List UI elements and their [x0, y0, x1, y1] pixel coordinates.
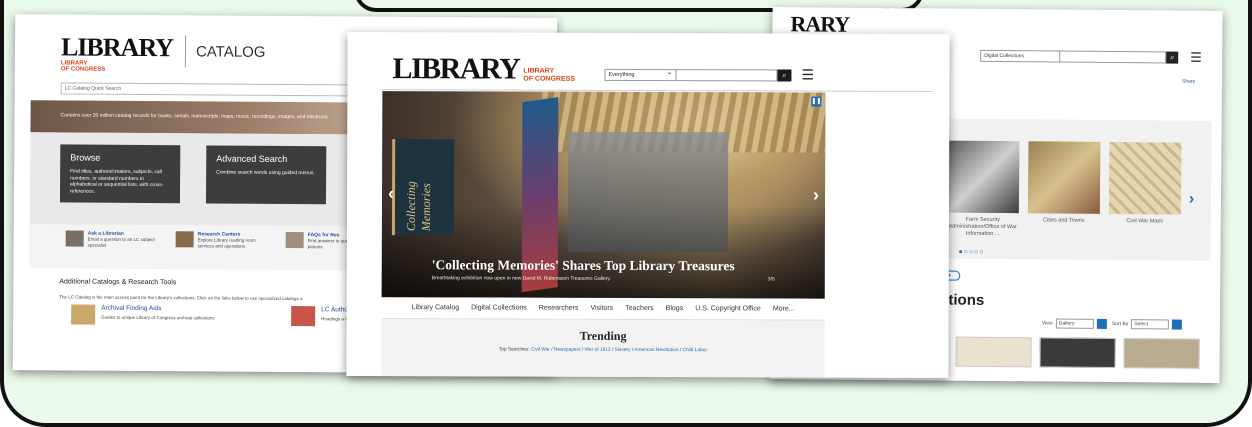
main-nav: Library Catalog Digital Collections Rese… — [381, 297, 825, 321]
top-search-link[interactable]: War of 1812 — [585, 348, 611, 353]
catalog-hero-text: Contains over 20 million catalog records… — [60, 112, 329, 121]
faq-icon — [285, 232, 304, 249]
dc-search-select[interactable]: Digital Collections — [980, 49, 1061, 63]
loc-logo-sub-1: LIBRARY — [523, 67, 555, 75]
menu-icon[interactable]: ☰ — [801, 67, 814, 83]
top-searches-label: Top Searches: — [498, 347, 530, 353]
carousel-caption[interactable]: Farm Security Administration/Office of W… — [943, 217, 1023, 239]
nav-visitors[interactable]: Visitors — [590, 305, 613, 312]
resource-desc: Guides to unique Library of Congress arc… — [101, 314, 215, 321]
hero-carousel[interactable]: Collecting Memories ❚❚ ‹ › 'Collecting M… — [381, 91, 826, 299]
top-search-link[interactable]: American Revolution — [634, 348, 678, 353]
chevron-right-icon[interactable]: › — [813, 185, 819, 206]
catalog-logo-sub: LIBRARY OF CONGRESS — [60, 60, 106, 74]
browse-title: Browse — [70, 152, 101, 163]
chevron-left-icon[interactable]: ‹ — [388, 183, 394, 204]
carousel-image-civil-war-maps[interactable] — [1108, 141, 1182, 215]
archive-icon — [71, 304, 96, 325]
help-desc: Email a question to an LC subject specia… — [87, 236, 155, 248]
hero-display-cases — [567, 131, 729, 253]
search-input[interactable] — [676, 69, 778, 82]
loc-logo-sub: LIBRARY OF CONGRESS — [523, 68, 575, 83]
collection-thumb[interactable] — [1039, 337, 1116, 369]
top-search-link[interactable]: Slavery — [615, 348, 631, 353]
menu-icon[interactable]: ☰ — [1190, 50, 1202, 65]
resource-title: Archival Finding Aids — [101, 304, 162, 313]
catalog-logo[interactable]: LIBRARY — [61, 32, 173, 62]
help-ask-librarian[interactable]: Ask a Librarian Email a question to an L… — [65, 230, 158, 248]
view-select[interactable]: Gallery — [1055, 318, 1094, 329]
nav-library-catalog[interactable]: Library Catalog — [412, 304, 459, 311]
advanced-search-desc: Combine search words using guided menus. — [216, 169, 315, 177]
help-desc: Explore Library reading room services an… — [197, 237, 256, 249]
chevron-right-icon[interactable]: › — [1189, 191, 1194, 209]
authorities-icon — [291, 306, 316, 327]
advanced-search-card[interactable]: Advanced Search Combine search words usi… — [205, 145, 327, 205]
additional-catalogs-desc: The LC Catalog is the main access point … — [59, 294, 303, 302]
view-go-button[interactable] — [1096, 318, 1107, 329]
header-divider — [184, 35, 187, 68]
hero-subcaption: Breathtaking exhibition now open in new … — [431, 275, 611, 282]
carousel-image-cities[interactable] — [1027, 141, 1101, 214]
browse-desc: Find titles, authors/creators, subjects,… — [69, 168, 164, 195]
top-search-link[interactable]: Child Labor — [683, 348, 708, 353]
additional-catalogs-title: Additional Catalogs & Research Tools — [59, 278, 177, 287]
carousel-caption[interactable]: Civil War Maps — [1105, 218, 1185, 226]
view-control[interactable]: View Gallery — [1042, 318, 1107, 329]
advanced-search-title: Advanced Search — [216, 153, 288, 165]
sort-go-button[interactable] — [1172, 319, 1183, 330]
carousel-dots[interactable]: ●○○○○ — [958, 249, 984, 256]
loc-logo[interactable]: LIBRARY LIBRARY OF CONGRESS — [392, 52, 575, 86]
collection-thumb[interactable] — [1123, 338, 1200, 369]
search-icon[interactable]: ⌕ — [777, 69, 792, 82]
search-scope-select[interactable]: Everything — [604, 68, 677, 82]
share-link[interactable]: Share — [1182, 79, 1195, 85]
dc-search-input[interactable] — [1060, 50, 1167, 64]
sort-control[interactable]: Sort By Select — [1111, 319, 1183, 330]
trending-title: Trending — [579, 328, 627, 343]
catalog-label: CATALOG — [195, 43, 266, 61]
pause-icon[interactable]: ❚❚ — [811, 96, 821, 107]
top-search-link[interactable]: Civil War — [531, 348, 550, 353]
browse-card[interactable]: Browse Find titles, authors/creators, su… — [59, 144, 181, 204]
loc-logo-sub-2: OF CONGRESS — [523, 75, 575, 83]
nav-copyright-office[interactable]: U.S. Copyright Office — [695, 305, 761, 312]
nav-more[interactable]: More... — [773, 305, 795, 312]
nav-blogs[interactable]: Blogs — [666, 305, 684, 312]
frame: LIBRARY LIBRARY OF CONGRESS CATALOG LC C… — [0, 0, 1252, 427]
homepage-screenshot: LIBRARY LIBRARY OF CONGRESS Everything ⌕… — [346, 31, 950, 379]
search-icon[interactable]: ⌕ — [1166, 51, 1179, 64]
collection-thumb[interactable] — [955, 336, 1032, 368]
resource-archival-finding-aids[interactable]: Archival Finding Aids Guides to unique L… — [71, 304, 215, 326]
top-search-link[interactable]: Newspapers — [554, 348, 581, 353]
view-label: View — [1041, 320, 1053, 327]
sort-label: Sort By — [1111, 321, 1129, 328]
carousel-caption[interactable]: Cities and Towns — [1024, 217, 1104, 225]
reading-room-icon — [175, 231, 194, 248]
help-research-centers[interactable]: Research Centers Explore Library reading… — [175, 231, 268, 249]
question-mark-icon — [65, 230, 84, 247]
loc-logo-wordmark: LIBRARY — [392, 52, 520, 86]
catalog-header: LIBRARY LIBRARY OF CONGRESS CATALOG — [60, 32, 266, 74]
nav-teachers[interactable]: Teachers — [625, 305, 653, 312]
nav-researchers[interactable]: Researchers — [539, 305, 579, 312]
hero-panel-text: Collecting Memories — [403, 181, 434, 232]
carousel-image-fsa[interactable] — [946, 140, 1020, 214]
hero-slide-count: 3/5 — [767, 276, 775, 283]
sort-select[interactable]: Select — [1131, 319, 1170, 330]
nav-digital-collections[interactable]: Digital Collections — [471, 304, 527, 311]
hero-caption[interactable]: 'Collecting Memories' Shares Top Library… — [432, 257, 735, 274]
